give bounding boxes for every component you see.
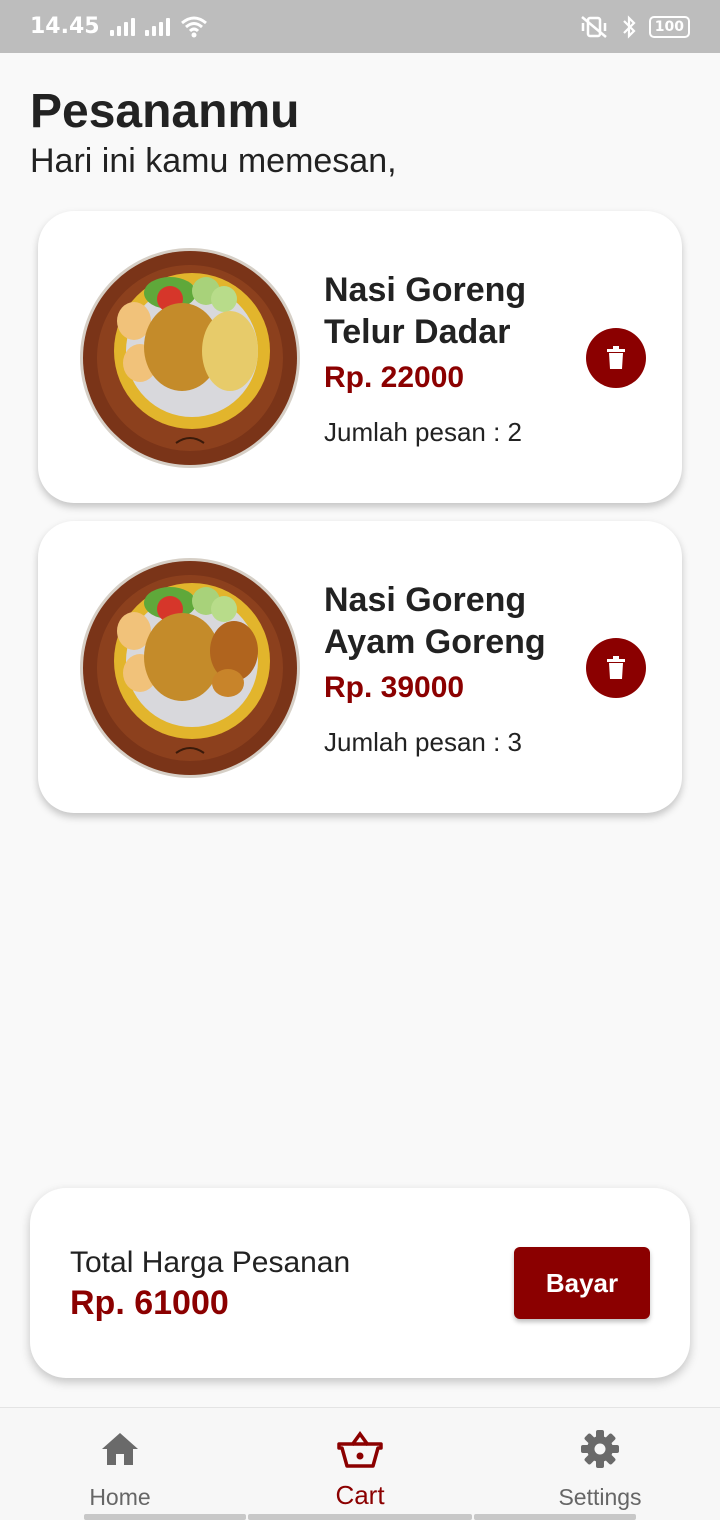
pay-button[interactable]: Bayar — [514, 1247, 650, 1319]
signal-icon — [144, 17, 170, 36]
item-price: Rp. 39000 — [324, 671, 465, 704]
vibrate-off-icon — [580, 15, 607, 38]
nav-home-label: Home — [89, 1484, 151, 1510]
battery-icon: 100 — [648, 15, 690, 38]
order-card: Nasi Goreng Telur Dadar Rp. 22000 Jumlah… — [38, 211, 682, 503]
delete-button[interactable] — [586, 328, 646, 388]
item-quantity: Jumlah pesan : 2 — [324, 417, 523, 447]
food-image — [80, 558, 300, 778]
wifi-icon — [180, 16, 207, 37]
nav-indicator — [248, 1514, 472, 1520]
delete-button[interactable] — [586, 638, 646, 698]
trash-icon — [607, 656, 625, 679]
item-name: Nasi Goreng Ayam Goreng — [324, 581, 546, 661]
nav-cart[interactable]: Cart — [240, 1408, 480, 1520]
order-card: Nasi Goreng Ayam Goreng Rp. 39000 Jumlah… — [38, 521, 682, 813]
total-card: Total Harga Pesanan Rp. 61000 Bayar — [30, 1188, 690, 1378]
home-icon — [102, 1433, 138, 1465]
nav-settings-label: Settings — [558, 1484, 642, 1510]
item-quantity: Jumlah pesan : 3 — [324, 727, 523, 757]
nav-indicator — [84, 1514, 246, 1520]
page-title: Pesananmu — [30, 85, 300, 138]
bluetooth-icon — [622, 14, 636, 39]
item-name: Nasi Goreng Telur Dadar — [324, 271, 527, 351]
nav-settings[interactable]: Settings — [480, 1408, 720, 1520]
nav-cart-label: Cart — [335, 1480, 385, 1510]
nav-indicator — [474, 1514, 636, 1520]
bottom-nav: Home Cart Settings — [0, 1407, 720, 1520]
trash-icon — [607, 346, 625, 369]
cart-basket-icon — [337, 1431, 383, 1468]
total-value: Rp. 61000 — [70, 1284, 229, 1322]
status-time: 14.45 — [30, 14, 100, 39]
status-right: 100 — [579, 14, 690, 39]
gear-icon — [581, 1430, 619, 1468]
status-bar: 14.45 100 — [0, 0, 720, 53]
signal-icon — [109, 17, 135, 36]
item-price: Rp. 22000 — [324, 361, 465, 394]
food-image — [80, 248, 300, 468]
status-left: 14.45 — [30, 14, 208, 39]
total-label: Total Harga Pesanan — [70, 1246, 351, 1279]
nav-home[interactable]: Home — [0, 1408, 240, 1520]
page-subtitle: Hari ini kamu memesan, — [30, 142, 397, 180]
